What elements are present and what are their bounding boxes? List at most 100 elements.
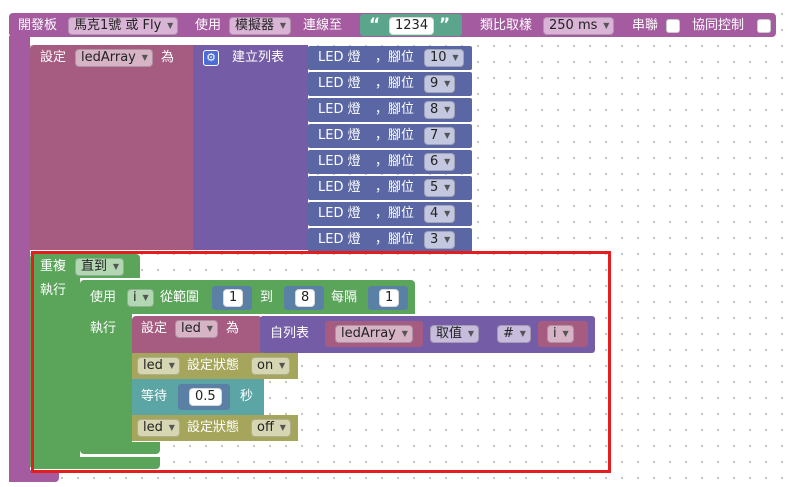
dropdown-arrow-icon: ▼: [603, 21, 610, 30]
list-var-dropdown[interactable]: ledArray ▼: [335, 325, 413, 343]
create-list-block[interactable]: [193, 45, 308, 250]
led-item-pin-dropdown[interactable]: 3 ▼: [424, 231, 456, 249]
dropdown-arrow-icon: ▼: [279, 423, 286, 432]
led-item-pin-dropdown[interactable]: 7 ▼: [424, 127, 456, 145]
connect-input[interactable]: 1234: [389, 17, 435, 35]
wait-label: 等待: [141, 389, 168, 404]
dropdown-arrow-icon: ▼: [112, 262, 120, 271]
set-led-as-label: 為: [226, 321, 240, 336]
led-item-pin-dropdown[interactable]: 8 ▼: [424, 101, 456, 119]
led-item-pin-value: 8: [430, 102, 439, 117]
led-item-pin-dropdown[interactable]: 5 ▼: [424, 179, 456, 197]
led-item-label: LED 燈: [318, 128, 361, 143]
led-on-var-value: led: [143, 358, 163, 373]
use-dropdown-value: 模擬器: [235, 18, 275, 33]
repeat-do-label: 執行: [40, 283, 67, 298]
repeat-label: 重複: [40, 259, 67, 274]
led-item-pin-dropdown[interactable]: 9 ▼: [424, 75, 456, 93]
board-dropdown[interactable]: 馬克1號 或 Fly ▼: [68, 17, 179, 35]
dropdown-arrow-icon: ▼: [444, 131, 451, 140]
set-array-block[interactable]: [30, 45, 195, 250]
dropdown-arrow-icon: ▼: [168, 423, 175, 432]
dropdown-arrow-icon: ▼: [279, 361, 286, 370]
led-item-pin-label: ，腳位: [375, 180, 415, 195]
set-led-var-value: led: [181, 321, 201, 336]
led-on-state-value: on: [257, 358, 274, 373]
analog-dropdown-value: 250 ms: [549, 18, 598, 33]
for-step-label: 每隔: [331, 290, 358, 305]
led-item-pin-label: ，腳位: [375, 232, 415, 247]
dropdown-arrow-icon: ▼: [279, 21, 287, 30]
list-index-mode-dropdown[interactable]: # ▼: [497, 325, 531, 343]
use-label: 使用: [195, 18, 222, 33]
led-item-pin-label: ，腳位: [375, 154, 415, 169]
led-item-pin-value: 10: [430, 50, 447, 65]
for-from-label: 從範圍: [160, 290, 200, 305]
dropdown-arrow-icon: ▼: [467, 329, 475, 338]
led-off-state-dropdown[interactable]: off ▼: [251, 419, 291, 437]
for-step-input[interactable]: 1: [379, 289, 400, 307]
for-to-label: 到: [260, 290, 274, 305]
analog-label: 類比取樣: [480, 18, 533, 33]
sync-label: 協同控制: [692, 18, 745, 33]
gear-icon[interactable]: ⚙: [203, 50, 219, 66]
for-from-input[interactable]: 1: [223, 289, 244, 307]
for-use-label: 使用: [90, 290, 117, 305]
list-get-dropdown[interactable]: 取值 ▼: [430, 325, 480, 343]
close-quote-icon: ”: [439, 15, 451, 35]
set-led-var-dropdown[interactable]: led ▼: [175, 320, 218, 338]
dropdown-arrow-icon: ▼: [168, 361, 175, 370]
led-off-var-dropdown[interactable]: led ▼: [137, 419, 180, 437]
led-on-state-label: 設定狀態: [187, 358, 240, 373]
set-array-as-label: 為: [161, 50, 175, 65]
repeat-mode-dropdown[interactable]: 直到 ▼: [75, 258, 125, 276]
dropdown-arrow-icon: ▼: [444, 105, 451, 114]
dropdown-arrow-icon: ▼: [401, 329, 408, 338]
dropdown-arrow-icon: ▼: [206, 324, 213, 333]
led-item-pin-dropdown[interactable]: 4 ▼: [424, 205, 456, 223]
led-item-pin-label: ，腳位: [375, 206, 415, 221]
set-array-var-dropdown[interactable]: ledArray ▼: [75, 49, 153, 67]
led-item-label: LED 燈: [318, 154, 361, 169]
led-item-pin-dropdown[interactable]: 10 ▼: [424, 49, 464, 67]
led-item-pin-value: 5: [430, 180, 439, 195]
board-block-left-rail: [9, 36, 30, 482]
led-item-pin-dropdown[interactable]: 6 ▼: [424, 153, 456, 171]
repeat-block-bottom: [30, 457, 160, 469]
led-on-var-dropdown[interactable]: led ▼: [137, 357, 180, 375]
repeat-mode-value: 直到: [81, 259, 108, 274]
board-block-bottom-bar: [9, 470, 59, 482]
led-item-label: LED 燈: [318, 232, 361, 247]
for-var-dropdown[interactable]: i ▼: [127, 289, 154, 307]
led-item-label: LED 燈: [318, 76, 361, 91]
open-quote-icon: “: [369, 15, 381, 35]
for-block-bottom: [80, 442, 160, 454]
list-index-mode-value: #: [503, 326, 514, 341]
serial-checkbox[interactable]: [666, 19, 680, 33]
connect-label: 連線至: [303, 18, 343, 33]
led-item-label: LED 燈: [318, 102, 361, 117]
led-item-pin-value: 4: [430, 206, 439, 221]
led-item-pin-value: 3: [430, 232, 439, 247]
analog-dropdown[interactable]: 250 ms ▼: [543, 17, 615, 35]
led-off-var-value: led: [143, 420, 163, 435]
led-on-state-dropdown[interactable]: on ▼: [251, 357, 291, 375]
index-var-dropdown[interactable]: i ▼: [547, 325, 574, 343]
wait-input[interactable]: 0.5: [189, 388, 222, 406]
serial-label: 串聯: [632, 18, 659, 33]
led-off-state-value: off: [257, 420, 274, 435]
use-dropdown[interactable]: 模擬器 ▼: [229, 17, 292, 35]
dropdown-arrow-icon: ▼: [141, 53, 148, 62]
dropdown-arrow-icon: ▼: [444, 235, 451, 244]
led-item-label: LED 燈: [318, 206, 361, 221]
board-label: 開發板: [18, 18, 58, 33]
dropdown-arrow-icon: ▼: [452, 53, 459, 62]
dropdown-arrow-icon: ▼: [167, 21, 174, 30]
sync-checkbox[interactable]: [757, 19, 771, 33]
wait-unit-label: 秒: [240, 389, 254, 404]
led-item-label: LED 燈: [318, 180, 361, 195]
for-to-input[interactable]: 8: [295, 289, 316, 307]
led-item-pin-value: 7: [430, 128, 439, 143]
board-dropdown-value: 馬克1號 或 Fly: [74, 18, 162, 33]
dropdown-arrow-icon: ▼: [444, 209, 451, 218]
